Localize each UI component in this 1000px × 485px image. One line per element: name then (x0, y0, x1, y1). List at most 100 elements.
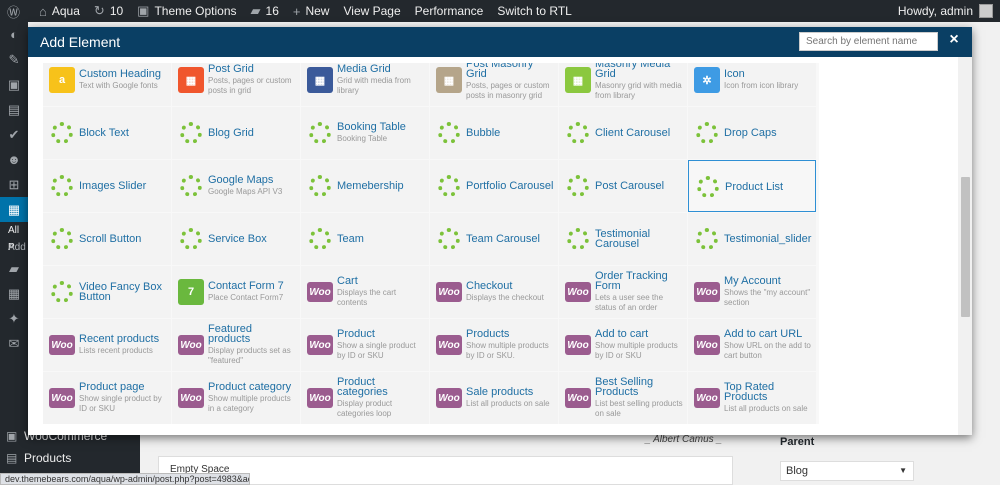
media-grid-icon: ▦ (307, 67, 333, 93)
element-tile[interactable]: Testimonial_slider (688, 213, 816, 265)
element-tile[interactable]: Booking Table Booking Table (301, 107, 429, 159)
sidebar-item-comments[interactable]: ▰ (0, 256, 28, 281)
element-tile[interactable]: Block Text (43, 107, 171, 159)
element-text: Memebership (337, 160, 426, 212)
modal-scrollbar[interactable] (958, 57, 972, 435)
layers-icon: ✦ (8, 310, 20, 326)
element-tile[interactable]: 7 Contact Form 7 Place Contact Form7 (172, 266, 300, 318)
woo-icon: Woo (565, 335, 591, 355)
element-tile[interactable]: Product List (688, 160, 816, 212)
sidebar-item-pin[interactable]: ✎ (0, 47, 28, 72)
woo-icon: Woo (565, 388, 591, 408)
sidebar-item-products[interactable]: ▤ Products (0, 447, 140, 469)
element-tile[interactable]: Team Carousel (430, 213, 558, 265)
element-tile[interactable]: Service Box (172, 213, 300, 265)
element-tile[interactable]: ▦ Post Grid Posts, pages or custom posts i… (172, 63, 300, 106)
element-description: Show multiple products by ID or SKU. (466, 341, 549, 360)
element-tile[interactable]: ✲ Icon Icon from icon library (688, 63, 816, 106)
element-tile[interactable]: Drop Caps (688, 107, 816, 159)
element-tile[interactable]: Woo Product Show a single product by ID or… (301, 319, 429, 371)
theme-options-label: Theme Options (154, 4, 237, 18)
my-account-link[interactable]: Howdy, admin (891, 0, 1000, 22)
sidebar-item-pages[interactable]: ▦ (0, 197, 28, 222)
theme-options-link[interactable]: ▣ Theme Options (130, 0, 243, 22)
sidebar-item-dashboard[interactable]: ◐ (0, 22, 28, 47)
sidebar-item-team[interactable]: ☻ (0, 147, 28, 172)
ring-icon (51, 281, 73, 303)
element-title: Products (466, 328, 510, 340)
element-tile[interactable]: Video Fancy Box Button (43, 266, 171, 318)
performance-link[interactable]: Performance (408, 0, 491, 22)
wp-logo[interactable]: Ⓦ (0, 0, 32, 22)
element-tile[interactable]: Woo My Account Shows the "my account" sect… (688, 266, 816, 318)
site-name-link[interactable]: ⌂ Aqua (32, 0, 87, 22)
sidebar-item-slides[interactable]: ▤ (0, 97, 28, 122)
element-tile[interactable]: Post Carousel (559, 160, 687, 212)
element-tile[interactable]: Scroll Button (43, 213, 171, 265)
element-tile[interactable]: Bubble (430, 107, 558, 159)
products-icon: ▤ (6, 451, 18, 465)
element-tile[interactable]: Woo Cart Displays the cart contents (301, 266, 429, 318)
element-tile[interactable]: Woo Add to cart URL Show URL on the add to… (688, 319, 816, 371)
element-title: Post Grid (208, 63, 254, 75)
element-title: Bubble (466, 127, 501, 139)
element-text: Scroll Button (79, 213, 168, 265)
element-tile[interactable]: Woo Add to cart Show multiple products by … (559, 319, 687, 371)
search-input[interactable] (799, 32, 938, 51)
element-tile[interactable]: Woo Product page Show single product by ID… (43, 372, 171, 424)
element-tile[interactable]: Woo Featured products Display products set… (172, 319, 300, 371)
element-text: Google Maps Google Maps API V3 (208, 160, 297, 212)
element-tile[interactable]: Google Maps Google Maps API V3 (172, 160, 300, 212)
updates-link[interactable]: ↻ 10 (87, 0, 130, 22)
element-tile[interactable]: Woo Order Tracking Form Lets a user see th… (559, 266, 687, 318)
sidebar-item-media[interactable]: ▣ (0, 72, 28, 97)
element-tile[interactable]: Testimonial Carousel (559, 213, 687, 265)
element-tile[interactable]: Team (301, 213, 429, 265)
woo-icon: Woo (436, 388, 462, 408)
add-element-modal: Add Element × aCustom HeadingText with G… (28, 27, 972, 435)
element-tile[interactable]: Client Carousel (559, 107, 687, 159)
woo-icon: Woo (436, 282, 462, 302)
element-description: Masonry grid with media from library (595, 81, 682, 100)
element-title: Video Fancy Box Button (79, 281, 162, 303)
element-tile[interactable]: ▦ Media Grid Grid with media from library (301, 63, 429, 106)
comments-link[interactable]: ▰ 16 (244, 0, 286, 22)
ring-icon (309, 175, 331, 197)
element-tile[interactable]: ▦ Masonry Media Grid Masonry grid with med… (559, 63, 687, 106)
parent-select[interactable]: Blog ▼ (780, 461, 914, 481)
close-button[interactable]: × (946, 31, 962, 49)
element-title: Best Selling Products (595, 376, 654, 398)
switch-rtl-link[interactable]: Switch to RTL (490, 0, 578, 22)
element-tile[interactable]: Portfolio Carousel (430, 160, 558, 212)
element-tile[interactable]: ▦ Post Masonry Grid Posts, pages or custom… (430, 63, 558, 106)
sidebar-item-layers[interactable]: ✦ (0, 306, 28, 331)
element-tile[interactable]: Memebership (301, 160, 429, 212)
element-tile[interactable]: Woo Top Rated Products List all products o… (688, 372, 816, 424)
element-tile[interactable]: a Custom Heading Text with Google fonts (43, 63, 171, 106)
element-text: Best Selling Products List best selling p… (595, 372, 684, 424)
element-title: Product page (79, 381, 145, 393)
new-content-link[interactable]: + New (286, 0, 337, 22)
sidebar-sub-add[interactable]: Add (0, 239, 28, 256)
element-tile[interactable]: Woo Recent products Lists recent products (43, 319, 171, 371)
element-tile[interactable]: Woo Product category Show multiple product… (172, 372, 300, 424)
sidebar-item-sitemap[interactable]: ⊞ (0, 172, 28, 197)
scrollbar-thumb[interactable] (961, 177, 970, 317)
sidebar-item-mail[interactable]: ✉ (0, 331, 28, 356)
element-text: Order Tracking Form Lets a user see the s… (595, 266, 684, 318)
check-icon: ✔ (8, 126, 20, 142)
sidebar-item-check[interactable]: ✔ (0, 122, 28, 147)
element-tile[interactable]: Blog Grid (172, 107, 300, 159)
sidebar-item-calendar[interactable]: ▦ (0, 281, 28, 306)
element-tile[interactable]: Woo Products Show multiple products by ID … (430, 319, 558, 371)
element-tile[interactable]: Woo Product categories Display product cat… (301, 372, 429, 424)
element-tile[interactable]: Woo Checkout Displays the checkout (430, 266, 558, 318)
woo-icon: Woo (694, 388, 720, 408)
element-tile[interactable]: Images Slider (43, 160, 171, 212)
element-tile[interactable]: Woo Best Selling Products List best sellin… (559, 372, 687, 424)
view-page-link[interactable]: View Page (336, 0, 407, 22)
element-text: My Account Shows the "my account" section (724, 266, 813, 318)
element-tile[interactable]: Woo Sale products List all products on sal… (430, 372, 558, 424)
element-description: Lists recent products (79, 346, 153, 355)
sidebar-sub-all[interactable]: All P (0, 222, 28, 253)
